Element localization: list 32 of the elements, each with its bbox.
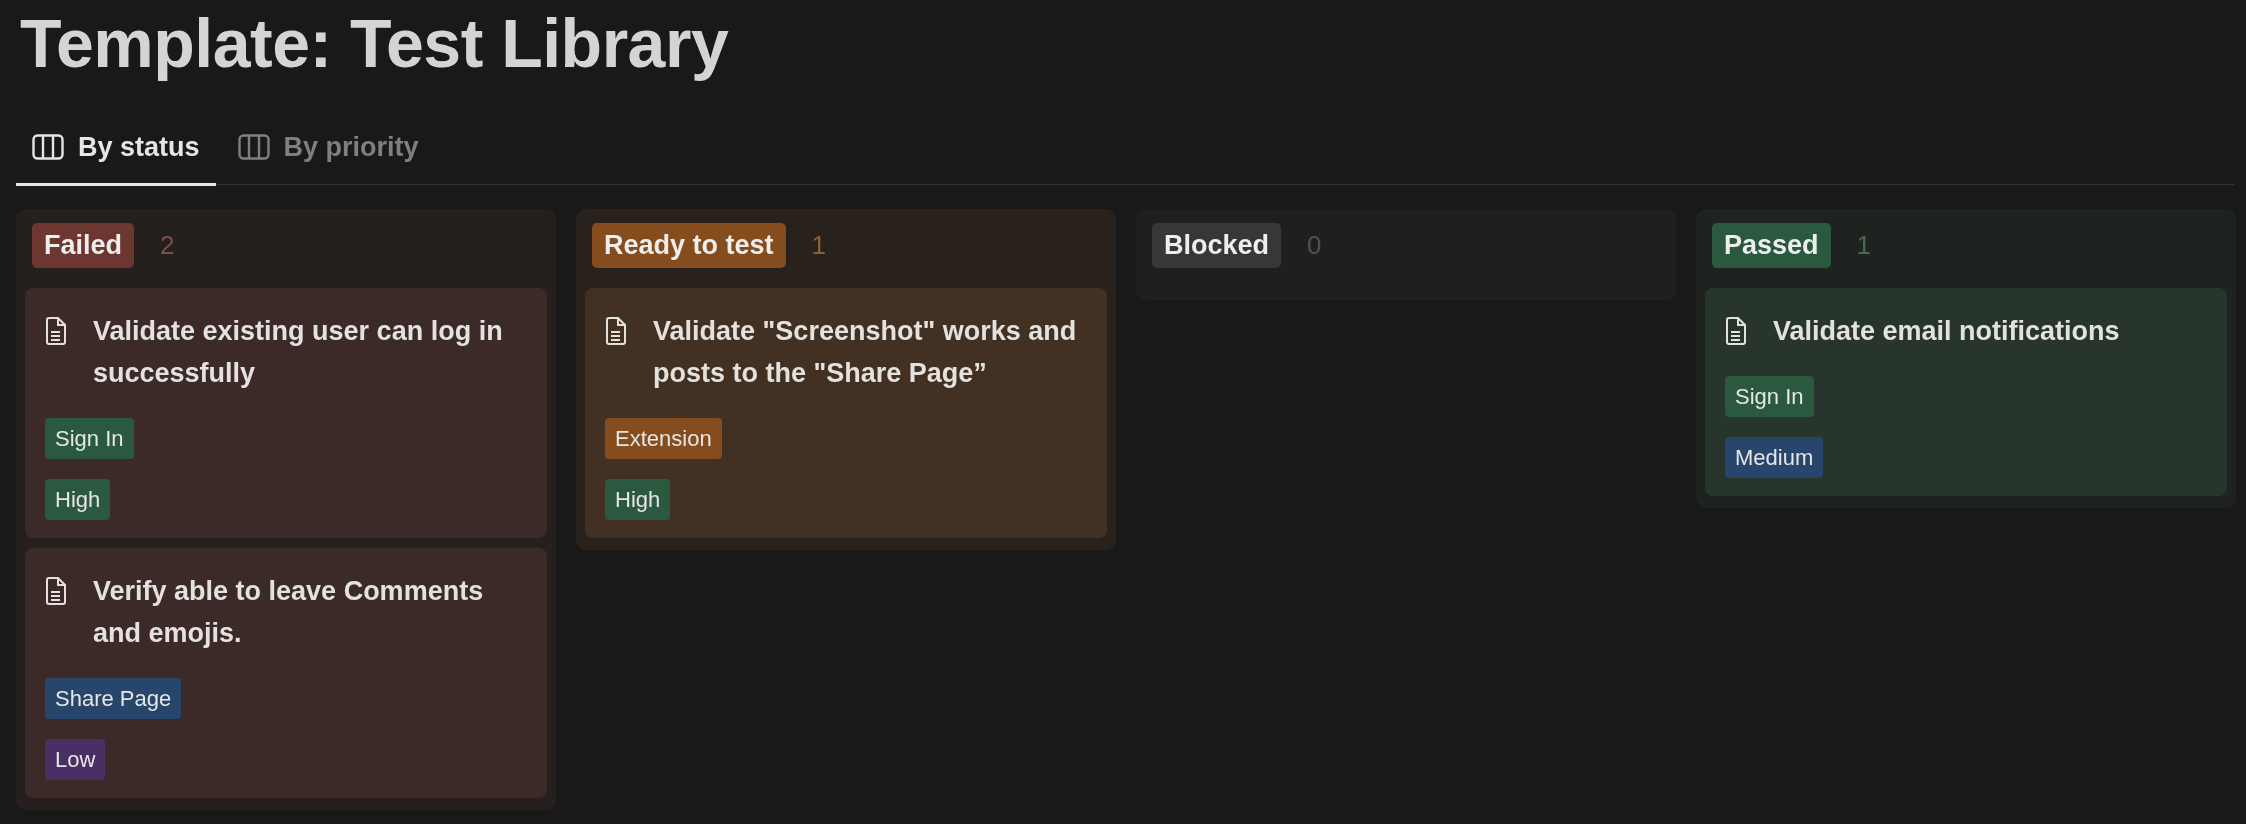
card-count: 1 — [811, 229, 826, 263]
status-label: Ready to test — [592, 223, 786, 268]
board-icon — [32, 134, 64, 161]
task-card[interactable]: Verify able to leave Comments and emojis. Share Page Low — [25, 547, 547, 798]
tag: High — [45, 478, 111, 520]
board-icon — [237, 134, 270, 161]
view-tab[interactable]: By priority — [221, 116, 435, 187]
tag: Share Page — [45, 677, 182, 719]
status-label: Failed — [32, 223, 135, 268]
tag: Low — [45, 738, 106, 780]
card-title: Validate existing user can log in successfully — [93, 314, 504, 390]
card-title: Validate "Screenshot" works and posts to the "Share Page” — [653, 314, 1078, 390]
tag: Extension — [605, 417, 722, 459]
tag: Sign In — [45, 417, 134, 459]
task-card[interactable]: Validate "Screenshot" works and posts to the "Share Page” Extension High — [585, 287, 1107, 538]
tag: Medium — [1725, 436, 1824, 478]
document-icon — [45, 576, 67, 605]
card-count: 2 — [160, 229, 175, 263]
task-card[interactable]: Validate email notifications Sign In Medium — [1705, 287, 2227, 496]
card-title: Verify able to leave Comments and emojis. — [93, 574, 485, 650]
view-tab[interactable]: By status — [16, 116, 216, 187]
tag: High — [605, 478, 671, 520]
document-icon — [45, 316, 67, 345]
status-label: Blocked — [1152, 223, 1282, 268]
card-count: 1 — [1856, 229, 1872, 263]
document-icon — [605, 316, 627, 345]
page-title: Template: Test Library — [19, 4, 730, 81]
tag: Sign In — [1725, 375, 1814, 417]
document-icon — [1725, 316, 1747, 345]
status-label: Passed — [1712, 223, 1831, 268]
task-card[interactable]: Validate existing user can log in successfully Sign In High — [25, 287, 547, 538]
card-title: Validate email notifications — [1773, 314, 2120, 348]
